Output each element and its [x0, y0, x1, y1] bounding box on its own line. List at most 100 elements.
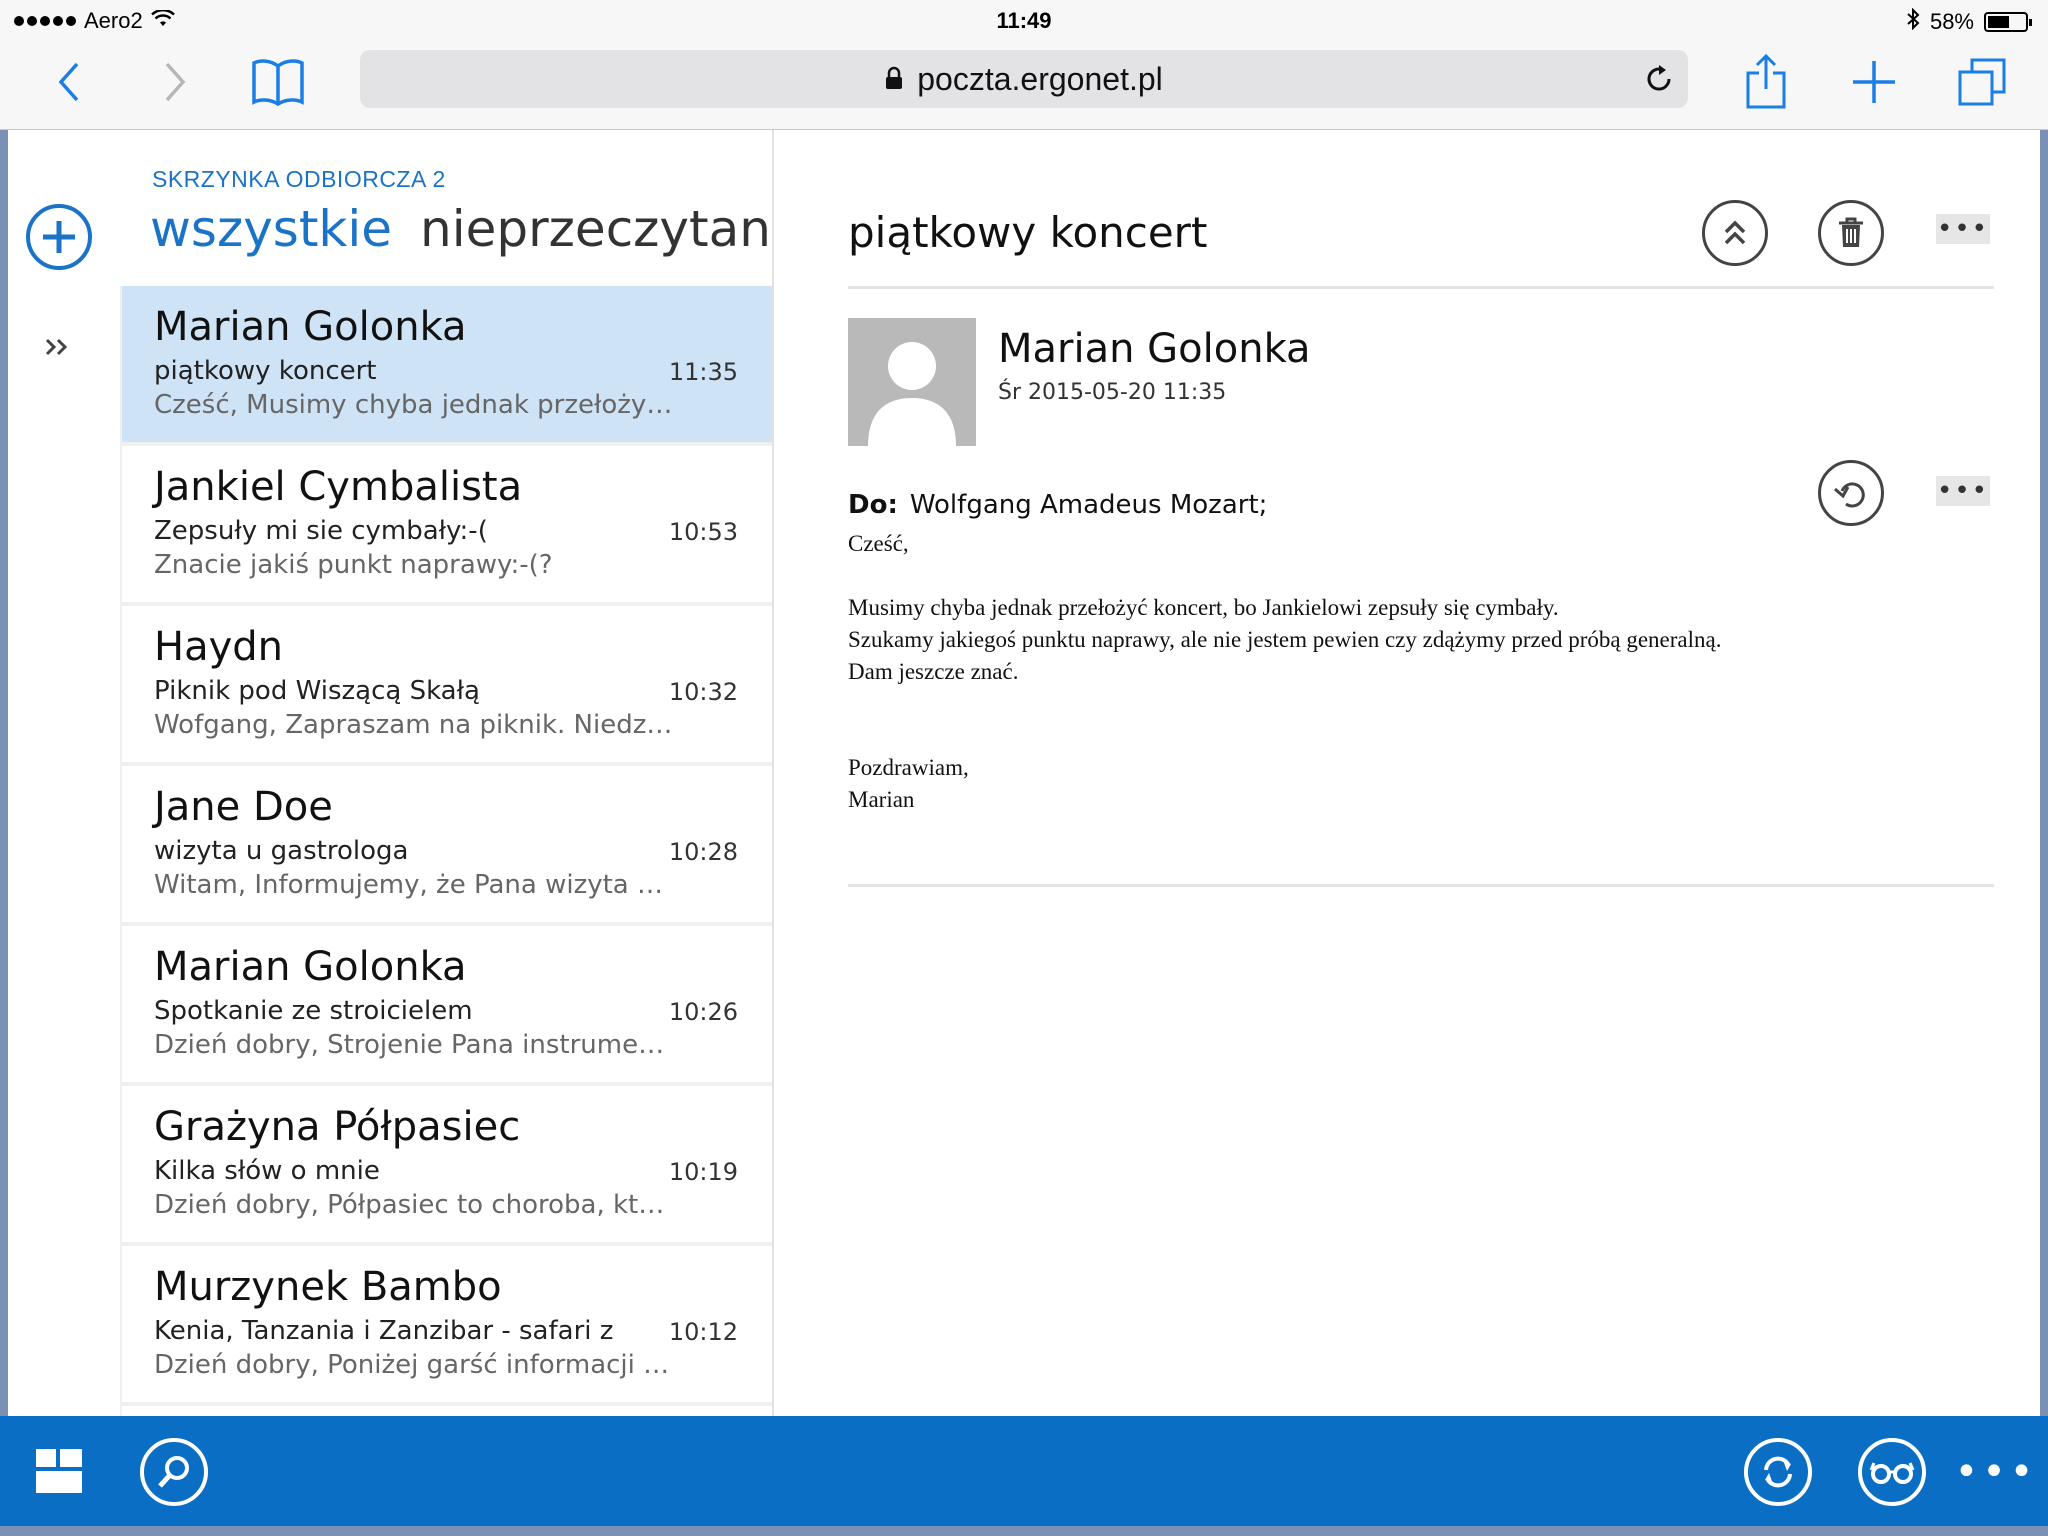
more-icon: ••• [1954, 1449, 2038, 1495]
address-bar[interactable]: poczta.ergonet.pl [360, 50, 1688, 108]
sync-icon [1764, 1456, 1792, 1488]
message-time: 10:28 [668, 838, 738, 866]
back-icon[interactable] [40, 52, 100, 112]
message-time: 10:53 [668, 518, 738, 546]
message-time: 10:32 [668, 678, 738, 706]
message-subject: Kenia, Tanzania i Zanzibar - safari z [154, 1316, 614, 1346]
message-item[interactable] [122, 1406, 772, 1416]
bluetooth-icon [1906, 7, 1920, 36]
message-preview: Witam, Informujemy, że Pana wizyta u gas… [154, 870, 674, 900]
message-sender: Grażyna Półpasiec [154, 1104, 521, 1150]
message-time: 10:12 [668, 1318, 738, 1346]
folder-title: SKRZYNKA ODBIORCZA 2 [152, 166, 446, 193]
search-button[interactable] [140, 1438, 208, 1506]
new-message-button[interactable] [26, 204, 92, 270]
reading-glasses-icon [1869, 1462, 1915, 1484]
message-item[interactable]: Jankiel Cymbalista Zepsuły mi sie cymbał… [122, 446, 772, 602]
message-item[interactable]: Grażyna Półpasiec Kilka słów o mnie 10:1… [122, 1086, 772, 1242]
body-line [848, 720, 1848, 752]
divider [848, 286, 1994, 289]
sync-button[interactable] [1744, 1438, 1812, 1506]
battery-level [1988, 16, 2009, 28]
battery-percent: 58% [1929, 9, 1974, 34]
url-text: poczta.ergonet.pl [917, 60, 1163, 97]
message-body: Cześć, Musimy chyba jednak przełożyć kon… [848, 528, 1848, 816]
reading-pane: piątkowy koncert ••• Marian Golonka Śr 2… [776, 130, 2040, 1416]
reading-view-button[interactable] [1858, 1438, 1926, 1506]
double-chevron-up-icon [1724, 220, 1746, 245]
divider [848, 884, 1994, 887]
message-item[interactable]: Marian Golonka piątkowy koncert 11:35 Cz… [122, 286, 772, 442]
to-label: Do: [848, 490, 898, 520]
filter-all[interactable]: wszystkie [150, 200, 392, 258]
message-preview: Cześć, Musimy chyba jednak przełożyć kon… [154, 390, 674, 420]
message-sender: Murzynek Bambo [154, 1264, 502, 1310]
body-line: Musimy chyba jednak przełożyć koncert, b… [848, 595, 1559, 620]
reading-subject: piątkowy koncert [848, 208, 1208, 257]
message-sender: Jankiel Cymbalista [154, 464, 523, 510]
body-line: Dam jeszcze znać. [848, 659, 1019, 684]
reload-icon[interactable] [1642, 62, 1676, 104]
message-item[interactable]: Marian Golonka Spotkanie ze stroicielem … [122, 926, 772, 1082]
status-bar: Aero2 11:49 58% [0, 0, 2048, 40]
message-subject: Zepsuły mi sie cymbały:-( [154, 516, 488, 546]
plus-icon [43, 221, 75, 253]
body-line: Szukamy jakiegoś punktu naprawy, ale nie… [848, 627, 1722, 652]
trash-icon [1839, 217, 1863, 247]
body-line: Pozdrawiam, [848, 755, 969, 780]
new-tab-icon[interactable] [1844, 52, 1904, 112]
more-icon: ••• [1936, 476, 1989, 506]
folder-name: SKRZYNKA ODBIORCZA [152, 166, 426, 192]
message-subject: Kilka słów o mnie [154, 1156, 380, 1186]
message-item[interactable]: Murzynek Bambo Kenia, Tanzania i Zanziba… [122, 1246, 772, 1402]
message-time: 10:19 [668, 1158, 738, 1186]
delete-button[interactable] [1818, 200, 1884, 266]
body-line: Cześć, [848, 531, 909, 556]
sender-name: Marian Golonka [998, 326, 1311, 372]
message-list: SKRZYNKA ODBIORCZA 2 wszystkie nieprzeczy… [120, 130, 774, 1416]
lock-icon [885, 61, 903, 98]
share-icon[interactable] [1736, 52, 1796, 112]
forward-icon[interactable] [144, 52, 204, 112]
previous-message-button[interactable] [1702, 200, 1768, 266]
filter-unread[interactable]: nieprzeczytane [420, 200, 772, 258]
body-line: Marian [848, 787, 915, 812]
tiles-icon[interactable] [34, 1446, 84, 1496]
message-sender: Marian Golonka [154, 304, 467, 350]
message-sender: Marian Golonka [154, 944, 467, 990]
message-sender: Haydn [154, 624, 284, 670]
avatar [848, 318, 976, 446]
tabs-icon[interactable] [1952, 52, 2012, 112]
expand-folders-icon[interactable] [44, 326, 70, 366]
body-line [848, 560, 1848, 592]
message-more-button[interactable]: ••• [1936, 476, 1990, 506]
message-item[interactable]: Jane Doe wizyta u gastrologa 10:28 Witam… [122, 766, 772, 922]
message-preview: Dzień dobry, Półpasiec to choroba, która… [154, 1190, 674, 1220]
recipients-line: Do: Wolfgang Amadeus Mozart; [848, 490, 1267, 520]
more-icon: ••• [1936, 214, 1989, 244]
more-actions-button[interactable]: ••• [1936, 214, 1990, 244]
frame-bottom [0, 1526, 2048, 1536]
more-button[interactable]: ••• [1955, 1452, 2034, 1492]
sent-date: Śr 2015-05-20 11:35 [998, 380, 1227, 405]
reply-icon [1834, 482, 1865, 508]
message-sender: Jane Doe [154, 784, 333, 830]
message-preview: Znacie jakiś punkt naprawy:-(? [154, 550, 553, 580]
app-bar: ••• [0, 1416, 2048, 1526]
bookmarks-icon[interactable] [248, 52, 308, 112]
message-subject: Spotkanie ze stroicielem [154, 996, 473, 1026]
reply-button[interactable] [1818, 460, 1884, 526]
message-subject: Piknik pod Wiszącą Skałą [154, 676, 480, 706]
message-time: 10:26 [668, 998, 738, 1026]
message-preview: Wofgang, Zapraszam na piknik. Niedziela,… [154, 710, 674, 740]
battery-icon [1984, 12, 2032, 32]
clock: 11:49 [996, 8, 1052, 33]
message-subject: piątkowy koncert [154, 356, 377, 386]
folder-header: SKRZYNKA ODBIORCZA 2 wszystkie nieprzeczy… [120, 130, 772, 286]
unread-count: 2 [432, 166, 446, 192]
recipient: Wolfgang Amadeus Mozart; [909, 490, 1268, 520]
message-time: 11:35 [668, 358, 738, 386]
message-item[interactable]: Haydn Piknik pod Wiszącą Skałą 10:32 Wof… [122, 606, 772, 762]
search-icon [158, 1456, 189, 1488]
left-rail [8, 130, 120, 1416]
